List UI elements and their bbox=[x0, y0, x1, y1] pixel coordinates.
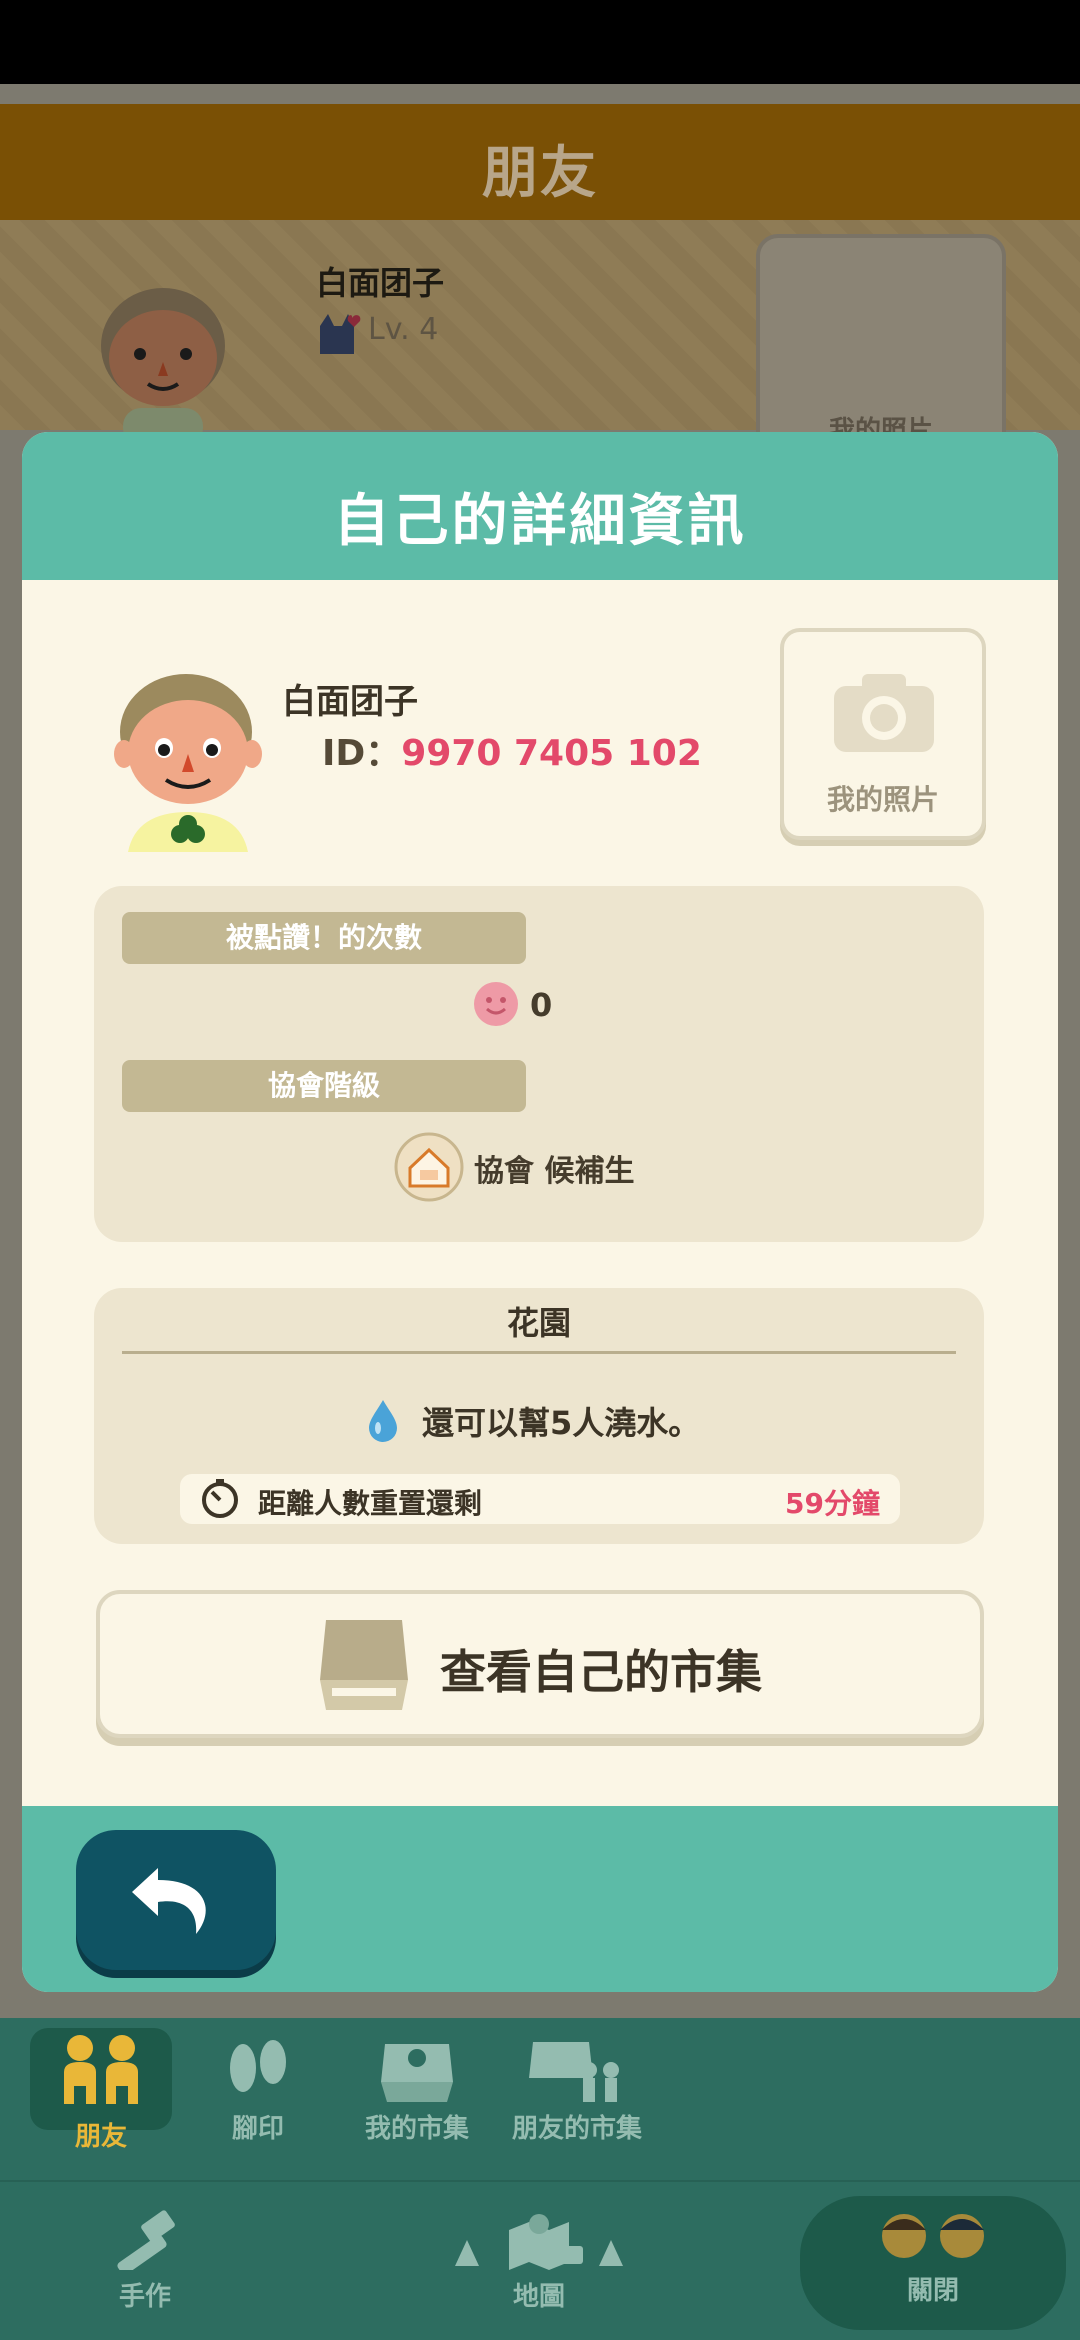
reset-timer-bar: 距離人數重置還剩 59分鐘 bbox=[180, 1474, 900, 1524]
player-id: ID：9970 7405 102 bbox=[322, 724, 702, 776]
market-box-icon bbox=[320, 1620, 408, 1710]
back-button[interactable] bbox=[76, 1830, 276, 1970]
villagers-icon bbox=[882, 2214, 984, 2258]
background-avatar bbox=[101, 288, 225, 446]
friends-header: 朋友 bbox=[0, 104, 1080, 220]
player-avatar bbox=[114, 674, 262, 852]
association-badge-icon bbox=[394, 1132, 464, 1202]
tab-friends-market-label: 朋友的市集 bbox=[511, 2114, 642, 2144]
bottom-nav-tabs: 朋友 腳印 我的市集 朋友的市集 bbox=[0, 2018, 1080, 2180]
dialog-title: 自己的詳細資訊 bbox=[333, 489, 747, 554]
rank-value: 協會 候補生 bbox=[474, 1154, 635, 1189]
stats-panel: 被點讚！的次數 0 協會階級 協會 候補生 bbox=[94, 886, 984, 1242]
tab-footprints[interactable]: 腳印 bbox=[212, 2038, 304, 2145]
player-id-value: 9970 7405 102 bbox=[401, 733, 702, 774]
tab-my-market[interactable]: 我的市集 bbox=[354, 2038, 480, 2145]
background-photo-card: 我的照片 bbox=[756, 234, 1006, 454]
rank-label: 協會階級 bbox=[122, 1060, 526, 1112]
garden-divider bbox=[122, 1351, 956, 1354]
tab-friends[interactable]: 朋友 bbox=[30, 2032, 172, 2153]
my-market-icon bbox=[381, 2044, 453, 2102]
cat-heart-icon bbox=[320, 314, 361, 354]
camera-icon bbox=[834, 674, 934, 752]
footprint-icon bbox=[230, 2040, 286, 2092]
tab-footprints-label: 腳印 bbox=[231, 2114, 284, 2144]
close-button-label: 關閉 bbox=[906, 2276, 959, 2306]
likes-label: 被點讚！的次數 bbox=[122, 912, 526, 964]
tab-friends-label: 朋友 bbox=[74, 2122, 127, 2152]
tab-craft-label: 手作 bbox=[118, 2282, 171, 2312]
player-id-label: ID： bbox=[322, 733, 402, 774]
tab-map-label: 地圖 bbox=[512, 2282, 565, 2312]
friends-icon bbox=[64, 2035, 138, 2104]
my-photo-label: 我的照片 bbox=[826, 783, 939, 816]
reset-timer-label: 距離人數重置還剩 bbox=[258, 1487, 483, 1520]
hammer-icon bbox=[117, 2210, 175, 2270]
close-button[interactable]: 關閉 bbox=[800, 2204, 1066, 2307]
water-remaining-text: 還可以幫5人澆水。 bbox=[422, 1404, 701, 1442]
tab-map[interactable]: 地圖 bbox=[444, 2210, 634, 2313]
timer-icon bbox=[202, 1479, 238, 1518]
status-bar bbox=[0, 0, 1080, 84]
likes-count: 0 bbox=[530, 986, 553, 1024]
garden-panel: 花園 還可以幫5人澆水。 距離人數重置還剩 59分鐘 bbox=[94, 1288, 984, 1544]
friends-market-icon bbox=[529, 2042, 619, 2102]
background-player-name: 白面团子 bbox=[316, 264, 445, 302]
water-drop-icon bbox=[369, 1400, 397, 1442]
bottom-nav-main: 手作 地圖 關閉 bbox=[0, 2180, 1080, 2340]
reset-timer-value: 59分鐘 bbox=[785, 1487, 880, 1520]
my-photo-button[interactable]: 我的照片 bbox=[780, 628, 986, 840]
tab-craft[interactable]: 手作 bbox=[100, 2210, 190, 2313]
dialog-header: 自己的詳細資訊 bbox=[22, 432, 1058, 580]
view-my-market-label: 查看自己的市集 bbox=[440, 1645, 762, 1699]
garden-title: 花園 bbox=[506, 1304, 571, 1342]
view-my-market-button[interactable]: 查看自己的市集 bbox=[96, 1590, 984, 1738]
back-arrow-icon bbox=[132, 1868, 206, 1934]
smile-icon bbox=[474, 982, 518, 1026]
tab-friends-market[interactable]: 朋友的市集 bbox=[502, 2038, 652, 2145]
self-details-dialog: 自己的詳細資訊 白面团子 ID：9970 7405 102 我的照片 被點讚！的… bbox=[22, 432, 1058, 1992]
player-name: 白面团子 bbox=[282, 682, 418, 722]
map-icon bbox=[455, 2214, 623, 2270]
background-level: Lv. 4 bbox=[368, 312, 439, 347]
friends-header-title: 朋友 bbox=[482, 141, 598, 206]
tab-my-market-label: 我的市集 bbox=[364, 2114, 469, 2144]
